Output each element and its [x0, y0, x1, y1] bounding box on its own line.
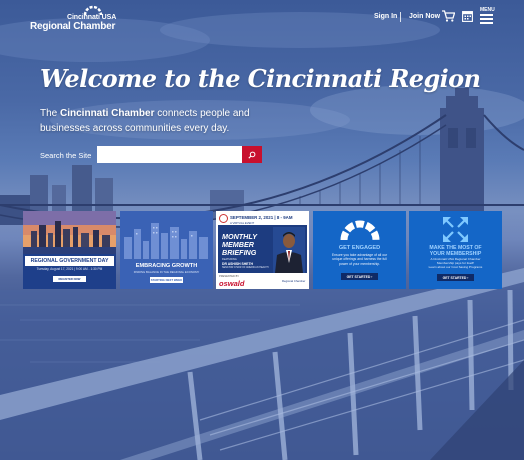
- search-icon: [248, 151, 256, 159]
- card-description: Ensure you take advantage of all our uni…: [331, 253, 388, 266]
- card-title: REGIONAL GOVERNMENT DAY: [25, 256, 114, 266]
- card-make-the-most-membership[interactable]: MAKE THE MOST OF YOUR MEMBERSHIP A Cinci…: [409, 211, 502, 289]
- register-now-button[interactable]: REGISTER NOW: [53, 276, 86, 282]
- org-logo-text: Regional Chamber: [282, 279, 306, 283]
- card-embracing-growth[interactable]: EMBRACING GROWTH FINDING BALANCE IN THE …: [120, 211, 213, 289]
- chamber-seal-icon: [219, 214, 228, 223]
- get-started-button[interactable]: GET STARTED ›: [341, 273, 378, 280]
- logo-top-text: Cincinnati USA: [67, 14, 117, 21]
- card-event-type: A VIRTUAL EVENT: [230, 220, 255, 225]
- card-title: EMBRACING GROWTH: [135, 263, 198, 269]
- featuring-label: FEATURING: [222, 258, 237, 261]
- card-date: SEPTEMBER 2, 2021 | 8 - 9AM: [230, 215, 293, 220]
- card-title-line-3: BRIEFING: [222, 248, 257, 257]
- search-input[interactable]: [97, 146, 242, 163]
- card-description: A Cincinnati USA Regional Chamber Member…: [428, 257, 483, 269]
- search-label: Search the Site: [40, 151, 92, 160]
- card-subtitle: FINDING BALANCE IN THE REGIONAL ECONOMY: [133, 270, 200, 274]
- speaker-photo: [273, 227, 305, 273]
- card-monthly-member-briefing[interactable]: SEPTEMBER 2, 2021 | 8 - 9AM A VIRTUAL EV…: [216, 211, 309, 289]
- search-button[interactable]: [242, 146, 262, 163]
- get-started-button[interactable]: GET STARTED ›: [437, 274, 474, 281]
- logo-main-text: Regional Chamber: [30, 21, 116, 32]
- expand-arrows-icon: [443, 217, 468, 242]
- hero-subtitle-bold: Cincinnati Chamber: [60, 108, 155, 119]
- card-title: GET ENGAGED: [338, 245, 381, 251]
- hero-subtitle: The Cincinnati Chamber connects people a…: [40, 106, 270, 136]
- menu-icon: [480, 14, 493, 24]
- promo-cards: REGIONAL GOVERNMENT DAY Tuesday, August …: [23, 211, 502, 289]
- join-now-link[interactable]: Join Now: [409, 13, 440, 20]
- speaker-role: SENATOR CHAIR OF AMERICAN HEALTH: [222, 266, 269, 269]
- calendar-icon[interactable]: [462, 10, 473, 22]
- signin-link[interactable]: Sign In: [374, 13, 397, 20]
- menu-label: MENU: [480, 7, 495, 13]
- card-get-engaged[interactable]: GET ENGAGED Ensure you take advantage of…: [313, 211, 406, 289]
- hero-title: Welcome to the Cincinnati Region: [40, 64, 481, 93]
- gauge-icon: [340, 220, 380, 241]
- cart-icon[interactable]: [442, 10, 455, 22]
- sponsor-logo: oswald: [219, 279, 245, 288]
- menu-button[interactable]: MENU: [480, 7, 495, 25]
- card-title: MAKE THE MOST OF YOUR MEMBERSHIP: [429, 245, 482, 257]
- skyline-illustration: [124, 223, 208, 259]
- nav-divider: [400, 12, 401, 22]
- sponsor-label: PRESENTED BY: [219, 275, 240, 278]
- card-date: Tuesday, August 17, 2021 | 9:00 AM - 1:3…: [36, 267, 103, 271]
- chamber-logo[interactable]: Cincinnati USA Regional Chamber: [30, 4, 116, 32]
- card-regional-government-day[interactable]: REGIONAL GOVERNMENT DAY Tuesday, August …: [23, 211, 116, 289]
- city-photo: [23, 211, 116, 254]
- hero-subtitle-pre: The: [40, 108, 61, 119]
- card-cta-button[interactable]: STARTING NEXT WEEK: [150, 277, 183, 283]
